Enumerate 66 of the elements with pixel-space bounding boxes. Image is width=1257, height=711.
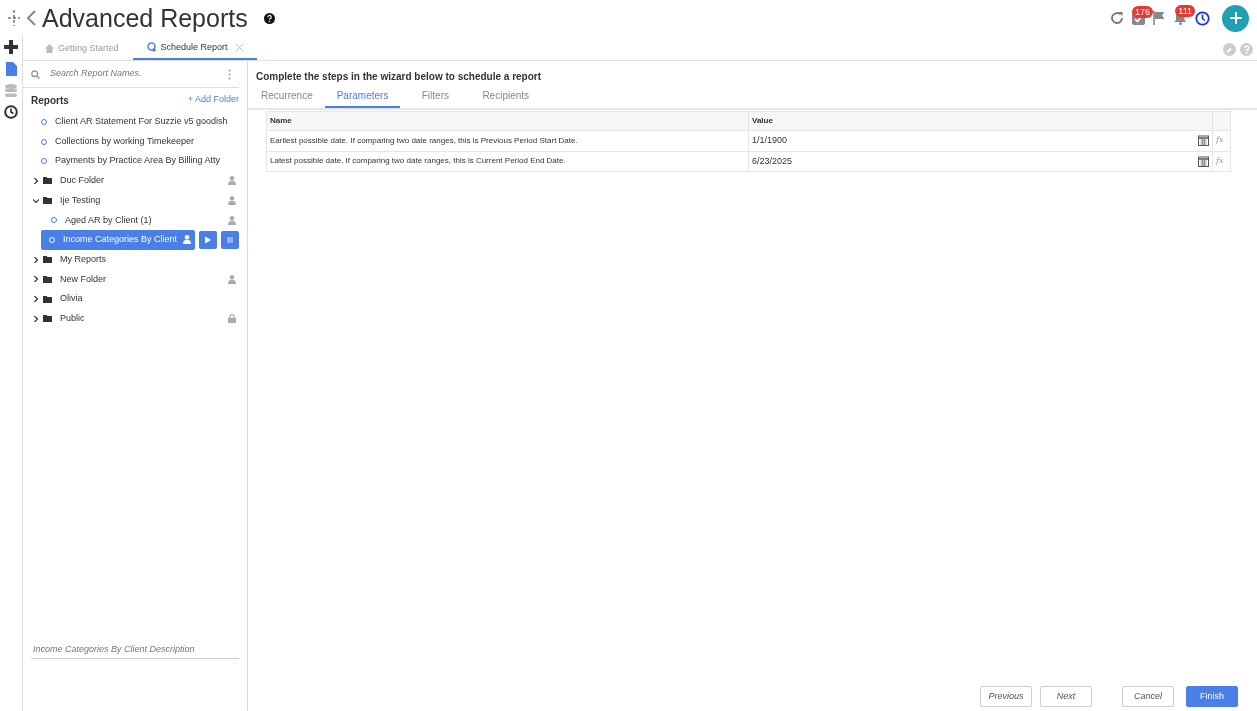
column-header: Name (266, 111, 749, 131)
folder-row[interactable]: Ije Testing (31, 190, 239, 211)
folder-icon (43, 177, 52, 185)
wizard-button[interactable]: Cancel (1122, 686, 1174, 707)
crosshair-icon (8, 10, 20, 26)
report-row[interactable]: Aged AR by Client (1) (31, 210, 239, 231)
folder-row[interactable]: Public (31, 308, 239, 329)
count-badge: 176 (1131, 5, 1153, 18)
chevron-right-icon[interactable] (33, 177, 39, 184)
refresh-icon[interactable] (1110, 11, 1124, 25)
clock-icon[interactable] (1195, 10, 1210, 26)
calendar-add-icon (146, 42, 157, 53)
folder-icon (43, 295, 52, 303)
instruction-text: Complete the steps in the wizard below to schedule a report (255, 70, 543, 84)
count-badge: 111 (1175, 5, 1195, 17)
folder-icon (43, 275, 52, 283)
report-row[interactable]: Client AR Statement For Suzzie v5 goodish (31, 112, 239, 132)
column-header: Value (748, 111, 1213, 131)
add-folder-link[interactable]: + Add Folder (187, 93, 239, 107)
menu-button[interactable] (221, 230, 239, 249)
chevron-down-icon[interactable] (33, 197, 39, 204)
wizard-button[interactable]: Next (1040, 686, 1092, 707)
calendar-icon[interactable] (1198, 135, 1209, 147)
wizard-tab[interactable]: Recipients (470, 86, 542, 108)
chevron-right-icon[interactable] (33, 296, 39, 303)
wizard-tab[interactable]: Filters (400, 86, 471, 108)
play-button[interactable] (199, 230, 217, 249)
more-icon[interactable] (228, 68, 231, 80)
add-button[interactable] (1222, 4, 1249, 32)
play-icon (205, 235, 211, 244)
search-field[interactable]: Search Report Names. (48, 66, 220, 82)
report-row[interactable]: Collections by working Timekeeper (31, 131, 239, 152)
table-cell: Earliest possible date. If comparing two date ranges, this is Previous Period Start Date. (266, 130, 749, 151)
folder-row[interactable]: Duc Folder (31, 171, 239, 191)
add-icon[interactable] (4, 40, 18, 54)
wizard-tab[interactable]: Parameters (324, 86, 401, 108)
wizard-tab[interactable]: Recurrence (249, 86, 325, 108)
calendar-icon[interactable] (1198, 155, 1209, 167)
section-heading: Reports (31, 93, 69, 108)
plus-icon (1229, 12, 1242, 24)
date-field[interactable]: 1/1/1900 (748, 130, 1213, 151)
clock-icon[interactable] (4, 105, 18, 119)
page-title: Advanced Reports (42, 5, 248, 31)
folder-icon (43, 197, 52, 205)
report-row[interactable]: Payments by Practice Area By Billing Atty (31, 151, 239, 172)
menu-icon (227, 235, 233, 244)
tab[interactable]: Schedule Report (132, 36, 257, 60)
search-icon (31, 69, 40, 79)
help-icon[interactable] (263, 12, 275, 24)
report-row[interactable]: Income Categories By Client (41, 230, 195, 250)
folder-row[interactable]: Olivia (31, 289, 239, 309)
home-icon (45, 43, 54, 53)
date-field[interactable]: 6/23/2025 (748, 151, 1213, 172)
folder-icon (43, 315, 52, 323)
chevron-right-icon[interactable] (33, 276, 39, 283)
back-icon[interactable] (26, 10, 36, 26)
wizard-button[interactable]: Previous (980, 686, 1032, 707)
folder-row[interactable]: My Reports (31, 249, 239, 270)
chevron-right-icon[interactable] (33, 256, 39, 263)
document-icon[interactable] (5, 62, 17, 76)
folder-icon (43, 256, 52, 264)
flag-icon[interactable] (1153, 11, 1166, 25)
table-cell: Latest possible date. If comparing two date ranges, this is Current Period End Date. (266, 151, 749, 172)
folder-row[interactable]: New Folder (31, 269, 239, 290)
chevron-right-icon[interactable] (33, 315, 39, 322)
wizard-button[interactable]: Finish (1186, 686, 1238, 707)
